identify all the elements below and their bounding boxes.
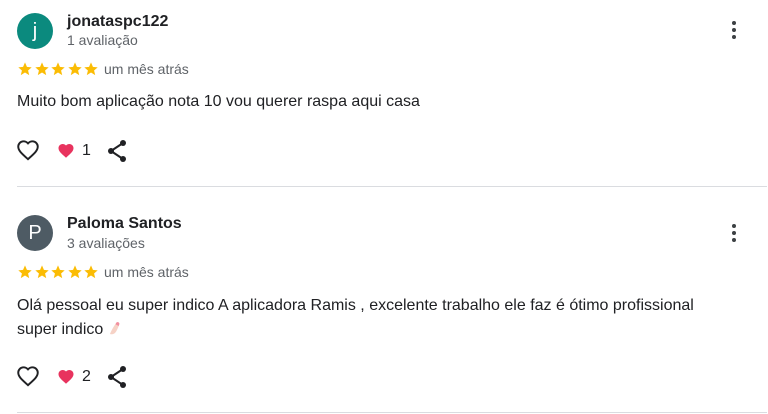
review-divider xyxy=(17,412,767,413)
star-rating xyxy=(17,264,100,280)
like-button[interactable] xyxy=(15,363,41,389)
share-icon xyxy=(108,366,126,388)
more-options-button[interactable] xyxy=(722,221,746,245)
reviewer-name[interactable]: Paloma Santos xyxy=(67,215,182,233)
share-button[interactable] xyxy=(106,365,128,389)
star-icon xyxy=(51,265,65,279)
heart-outline-icon xyxy=(17,366,39,387)
like-count: 2 xyxy=(82,368,91,385)
star-icon xyxy=(84,265,98,279)
avatar[interactable]: P xyxy=(17,215,53,251)
heart-filled-icon xyxy=(58,369,74,384)
star-icon xyxy=(18,265,32,279)
reviewer-review-count: 3 avaliações xyxy=(67,235,145,251)
star-icon xyxy=(34,265,49,279)
review-text: Olá pessoal eu super indico A aplicadora… xyxy=(17,294,737,342)
more-vert-icon xyxy=(732,224,736,242)
like-reaction-badge xyxy=(57,368,75,386)
star-icon xyxy=(67,265,82,279)
nail-polish-emoji xyxy=(110,322,120,335)
review-card: P Paloma Santos 3 avaliações um mês atrá… xyxy=(0,0,768,414)
review-date: um mês atrás xyxy=(104,264,189,280)
